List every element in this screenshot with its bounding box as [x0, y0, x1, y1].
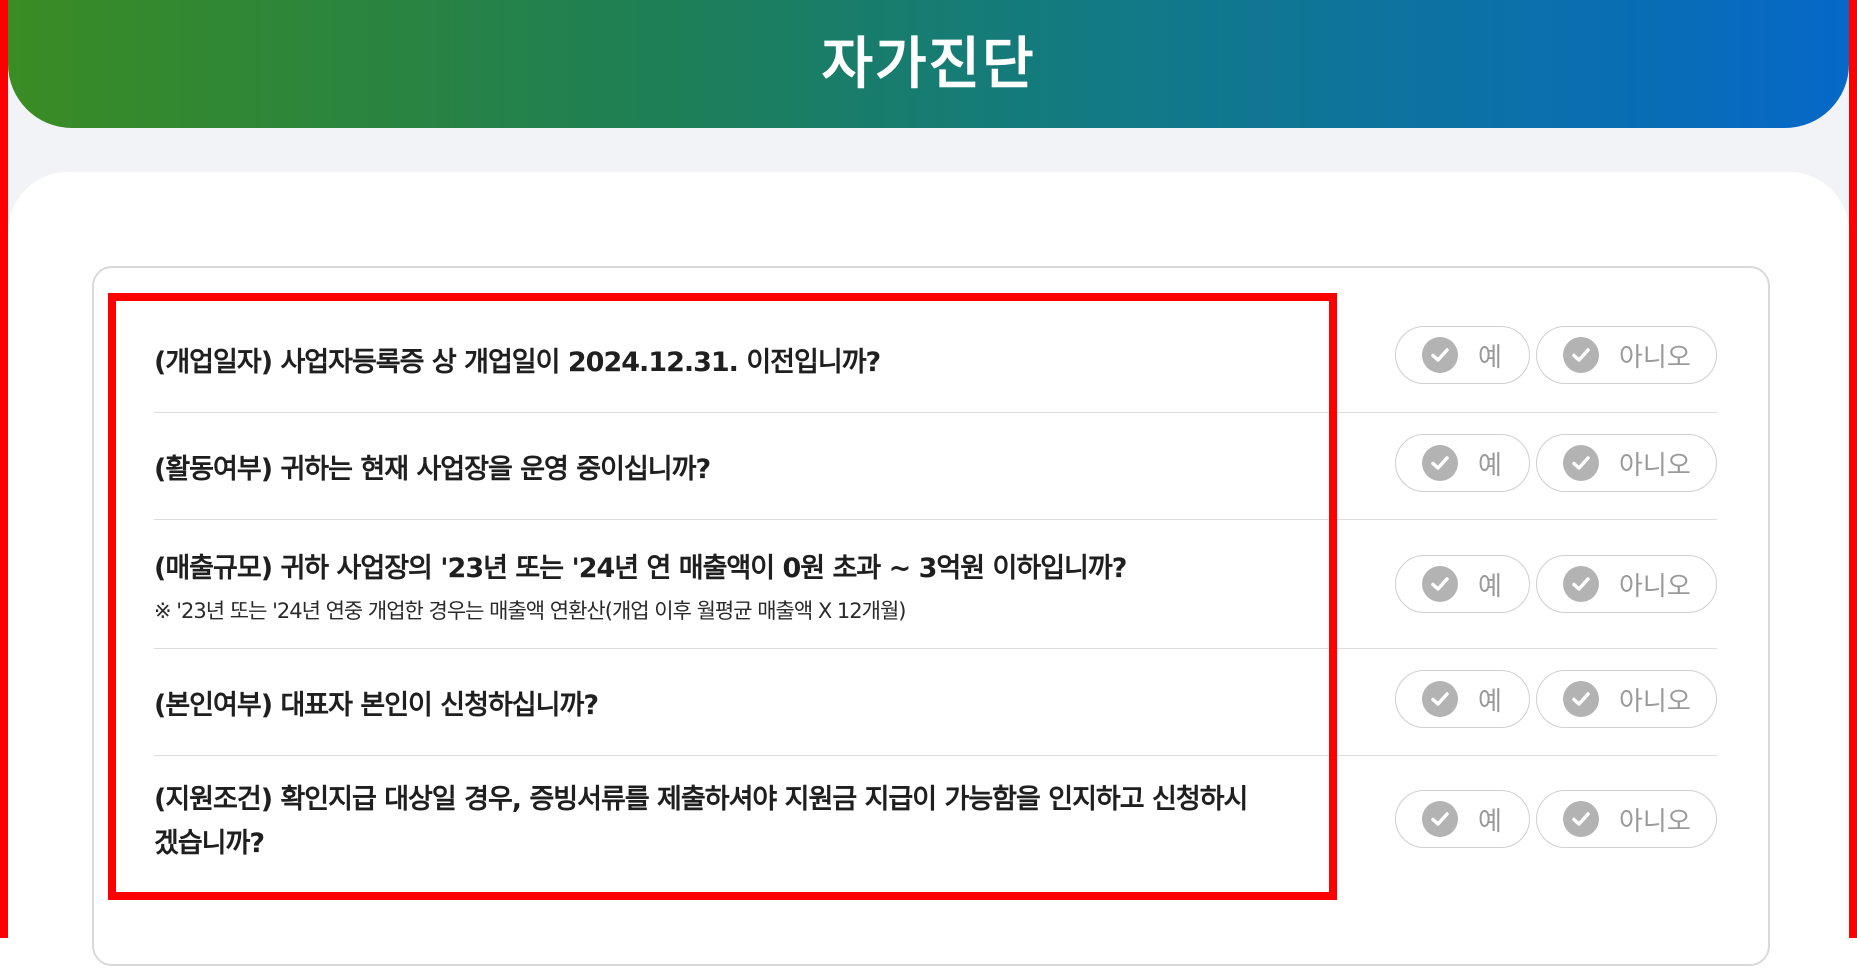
question-text: (매출규모) 귀하 사업장의 '23년 또는 '24년 연 매출액이 0원 초과…: [154, 553, 1127, 584]
question-note: ※ '23년 또는 '24년 연중 개업한 경우는 매출액 연환산(개업 이후 …: [154, 599, 906, 623]
check-circle-icon: [1422, 681, 1458, 717]
no-label: 아니오: [1619, 806, 1691, 837]
check-circle-icon: [1563, 566, 1599, 602]
no-button[interactable]: 아니오: [1536, 670, 1717, 728]
check-circle-icon: [1422, 337, 1458, 373]
no-label: 아니오: [1619, 342, 1691, 373]
check-circle-icon: [1563, 445, 1599, 481]
no-label: 아니오: [1619, 450, 1691, 481]
question-row-opening-date: (개업일자) 사업자등록증 상 개업일이 2024.12.31. 이전입니까? …: [154, 306, 1717, 413]
yes-button[interactable]: 예: [1395, 670, 1530, 728]
check-circle-icon: [1563, 681, 1599, 717]
yes-button[interactable]: 예: [1395, 434, 1530, 492]
yes-button[interactable]: 예: [1395, 326, 1530, 384]
check-circle-icon: [1563, 337, 1599, 373]
no-button[interactable]: 아니오: [1536, 326, 1717, 384]
question-row-sales: (매출규모) 귀하 사업장의 '23년 또는 '24년 연 매출액이 0원 초과…: [154, 520, 1717, 649]
question-text: (개업일자) 사업자등록증 상 개업일이 2024.12.31. 이전입니까?: [154, 347, 881, 378]
yes-button[interactable]: 예: [1395, 555, 1530, 613]
yes-label: 예: [1478, 450, 1502, 481]
no-label: 아니오: [1619, 686, 1691, 717]
yes-label: 예: [1478, 686, 1502, 717]
question-text: (활동여부) 귀하는 현재 사업장을 운영 중이십니까?: [154, 454, 711, 485]
no-button[interactable]: 아니오: [1536, 555, 1717, 613]
question-row-identity: (본인여부) 대표자 본인이 신청하십니까? 예 아니오: [154, 649, 1717, 756]
question-text: (지원조건) 확인지급 대상일 경우, 증빙서류를 제출하셔야 지원금 지급이 …: [154, 784, 1248, 859]
check-circle-icon: [1422, 445, 1458, 481]
question-text: (본인여부) 대표자 본인이 신청하십니까?: [154, 690, 599, 721]
no-label: 아니오: [1619, 571, 1691, 602]
check-circle-icon: [1563, 801, 1599, 837]
yes-label: 예: [1478, 342, 1502, 373]
question-row-activity: (활동여부) 귀하는 현재 사업장을 운영 중이십니까? 예 아니오: [154, 413, 1717, 520]
yes-label: 예: [1478, 806, 1502, 837]
no-button[interactable]: 아니오: [1536, 434, 1717, 492]
no-button[interactable]: 아니오: [1536, 790, 1717, 848]
check-circle-icon: [1422, 801, 1458, 837]
page-title: 자가진단: [821, 31, 1036, 97]
header-banner: 자가진단: [8, 0, 1849, 128]
check-circle-icon: [1422, 566, 1458, 602]
yes-button[interactable]: 예: [1395, 790, 1530, 848]
question-row-support-condition: (지원조건) 확인지급 대상일 경우, 증빙서류를 제출하셔야 지원금 지급이 …: [154, 756, 1717, 886]
yes-label: 예: [1478, 571, 1502, 602]
